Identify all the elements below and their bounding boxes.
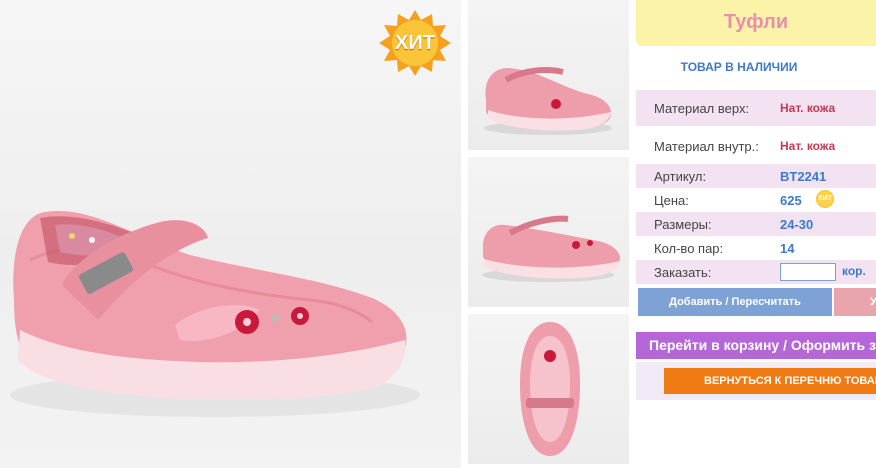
detail-value: Нат. кожа: [780, 139, 836, 153]
detail-row-sizes: Размеры: 24-30: [636, 212, 876, 236]
detail-label: Размеры:: [654, 217, 712, 232]
detail-row-order: Заказать: кор.: [636, 260, 876, 284]
price-value: 625: [780, 193, 802, 208]
back-to-list-button[interactable]: ВЕРНУТЬСЯ К ПЕРЕЧНЮ ТОВАРОВ: [664, 368, 876, 394]
detail-label: Артикул:: [654, 169, 707, 184]
go-to-cart-button[interactable]: Перейти в корзину / Оформить заказ: [636, 332, 876, 359]
back-button-bar: ВЕРНУТЬСЯ К ПЕРЕЧНЮ ТОВАРОВ: [636, 362, 876, 400]
detail-row-price: Цена: 625 ХИТ: [636, 188, 876, 212]
detail-label: Материал верх:: [654, 101, 750, 116]
product-title-box: Туфли: [636, 0, 876, 46]
order-label: Заказать:: [654, 265, 712, 280]
hit-badge: ХИТ: [378, 10, 452, 76]
shoe-thumbnail-icon: [520, 322, 580, 456]
small-hit-badge: ХИТ: [816, 190, 834, 208]
detail-label: Цена:: [654, 193, 689, 208]
order-unit: кор.: [842, 264, 866, 278]
detail-row-material-upper: Материал верх: Нат. кожа: [636, 90, 876, 126]
thumbnail-3[interactable]: [468, 314, 629, 464]
detail-value: BT2241: [780, 169, 827, 184]
detail-label: Материал внутр.:: [654, 139, 759, 154]
detail-row-material-inner: Материал внутр.: Нат. кожа: [636, 128, 876, 164]
add-recalculate-button[interactable]: Добавить / Пересчитать: [638, 288, 832, 316]
shoe-thumbnail-icon: [484, 67, 612, 135]
detail-row-pairs: Кол-во пар: 14: [636, 236, 876, 260]
order-quantity-input[interactable]: [780, 263, 836, 281]
thumbnail-2[interactable]: [468, 157, 629, 307]
hit-badge-label: ХИТ: [395, 32, 435, 54]
detail-row-article: Артикул: BT2241: [636, 164, 876, 188]
detail-value: 14: [780, 241, 795, 256]
shoe-thumbnail-icon: [482, 215, 620, 282]
delete-button[interactable]: Удалить: [834, 288, 876, 316]
stock-status: ТОВАР В НАЛИЧИИ: [680, 60, 798, 74]
detail-value: Нат. кожа: [780, 101, 836, 115]
detail-label: Кол-во пар:: [654, 241, 724, 256]
product-title: Туфли: [723, 11, 789, 33]
thumbnail-1[interactable]: [468, 0, 629, 150]
detail-value: 24-30: [780, 217, 814, 232]
